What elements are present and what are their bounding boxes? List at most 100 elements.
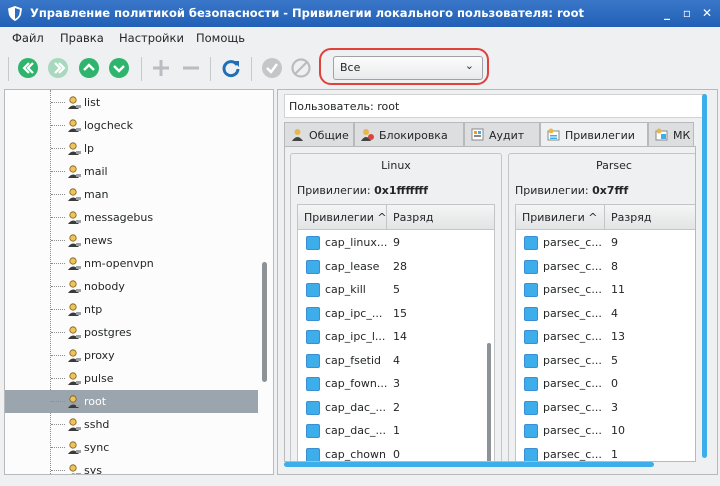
tree-branch [51,470,65,471]
table-row[interactable]: parsec_c... 8 [516,255,695,278]
tree-item-postgres[interactable]: postgres [5,321,258,344]
privilege-checkbox[interactable] [524,353,538,368]
tree-item-news[interactable]: news [5,229,258,252]
tree-item-proxy[interactable]: proxy [5,344,258,367]
tab-lock[interactable]: Блокировка [354,122,464,146]
menu-settings[interactable]: Настройки [119,31,184,45]
toolbar-separator [251,57,252,81]
parsec-col-privileges[interactable]: Привилеги ^ [522,211,597,224]
tab-general[interactable]: Общие [284,122,354,146]
close-button[interactable]: ✕ [698,4,716,22]
tree-item-messagebus[interactable]: messagebus [5,206,258,229]
privilege-checkbox[interactable] [524,447,538,461]
privilege-checkbox[interactable] [306,353,320,368]
privilege-checkbox[interactable] [524,259,538,274]
table-row[interactable]: cap_fown... 3 [298,372,494,395]
apply-icon[interactable] [261,57,283,79]
user-icon [68,326,81,339]
privilege-checkbox[interactable] [306,377,320,391]
table-row[interactable]: cap_ipc_... 15 [298,302,494,325]
privilege-checkbox[interactable] [524,283,538,297]
table-row[interactable]: parsec_c... 5 [516,349,695,372]
tab-privileges[interactable]: Привилегии [540,122,648,147]
down-icon[interactable] [108,57,130,79]
linux-scrollbar[interactable] [487,343,491,461]
tab-label: Общие [309,129,349,142]
tree-branch [51,148,65,149]
privilege-checkbox[interactable] [524,306,538,321]
privilege-name: cap_chown [325,447,386,461]
table-row[interactable]: parsec_c... 0 [516,372,695,395]
table-row[interactable]: parsec_c... 13 [516,325,695,348]
privilege-checkbox[interactable] [306,306,320,321]
tree-item-logcheck[interactable]: logcheck [5,114,258,137]
tree-item-nobody[interactable]: nobody [5,275,258,298]
tree-scrollbar[interactable] [262,262,267,382]
privilege-checkbox[interactable] [306,330,320,344]
tree-item-list[interactable]: list [5,91,258,114]
tree-item-nm-openvpn[interactable]: nm-openvpn [5,252,258,275]
privilege-checkbox[interactable] [524,377,538,391]
table-row[interactable]: cap_dac_... 2 [298,396,494,419]
table-row[interactable]: parsec_c... 1 [516,443,695,461]
prev-icon[interactable] [47,57,69,79]
privilege-bit: 5 [393,283,400,296]
cancel-icon[interactable] [290,57,312,79]
tree-item-root[interactable]: root [5,390,258,413]
tree-item-man[interactable]: man [5,183,258,206]
table-row[interactable]: parsec_c... 10 [516,419,695,442]
minimize-button[interactable]: _ [658,4,676,22]
tree-branch [51,378,65,379]
menu-file[interactable]: Файл [12,31,44,45]
privilege-checkbox[interactable] [306,424,320,438]
table-row[interactable]: parsec_c... 3 [516,396,695,419]
table-row[interactable]: cap_dac_... 1 [298,419,494,442]
tree-item-pulse[interactable]: pulse [5,367,258,390]
table-row[interactable]: cap_ipc_l... 14 [298,325,494,348]
table-row[interactable]: cap_lease 28 [298,255,494,278]
panel-hscrollbar[interactable] [284,462,654,467]
privilege-checkbox[interactable] [524,236,538,250]
table-row[interactable]: cap_kill 5 [298,278,494,301]
privilege-checkbox[interactable] [306,236,320,250]
tree-item-ntp[interactable]: ntp [5,298,258,321]
tree-item-sshd[interactable]: sshd [5,413,258,436]
privilege-checkbox[interactable] [306,400,320,415]
parsec-col-bit[interactable]: Разряд [611,211,651,224]
menu-edit[interactable]: Правка [60,31,104,45]
tree-item-sys[interactable]: sys [5,459,258,474]
tree-item-sync[interactable]: sync [5,436,258,459]
remove-icon[interactable] [180,57,202,79]
privilege-checkbox[interactable] [524,330,538,344]
panel-vscrollbar[interactable] [702,94,707,458]
tree-branch [51,240,65,241]
privilege-checkbox[interactable] [306,283,320,297]
privilege-name: parsec_c... [543,447,602,461]
privilege-checkbox[interactable] [524,400,538,415]
linux-col-bit[interactable]: Разряд [393,211,433,224]
linux-col-privileges[interactable]: Привилегии ^ [304,211,387,224]
table-row[interactable]: parsec_c... 11 [516,278,695,301]
table-row[interactable]: cap_chown 0 [298,443,494,461]
privilege-name: parsec_c... [543,424,602,437]
menu-bar: Файл Правка Настройки Помощь [0,27,720,49]
privilege-checkbox[interactable] [306,447,320,461]
user-lock-icon [361,129,374,141]
table-row[interactable]: cap_fsetid 4 [298,349,494,372]
tab-audit[interactable]: Аудит [464,122,540,146]
tab-mac[interactable]: МК [648,122,694,146]
menu-help[interactable]: Помощь [196,31,245,45]
table-row[interactable]: parsec_c... 9 [516,231,695,254]
table-row[interactable]: cap_linux... 9 [298,231,494,254]
first-icon[interactable] [17,57,39,79]
privilege-checkbox[interactable] [524,424,538,438]
up-icon[interactable] [78,57,100,79]
add-icon[interactable] [150,57,172,79]
privilege-checkbox[interactable] [306,259,320,274]
tree-item-mail[interactable]: mail [5,160,258,183]
tree-item-lp[interactable]: lp [5,137,258,160]
refresh-icon[interactable] [220,57,242,79]
toolbar-separator [210,57,211,81]
maximize-button[interactable]: ▫ [678,4,696,22]
table-row[interactable]: parsec_c... 4 [516,302,695,325]
